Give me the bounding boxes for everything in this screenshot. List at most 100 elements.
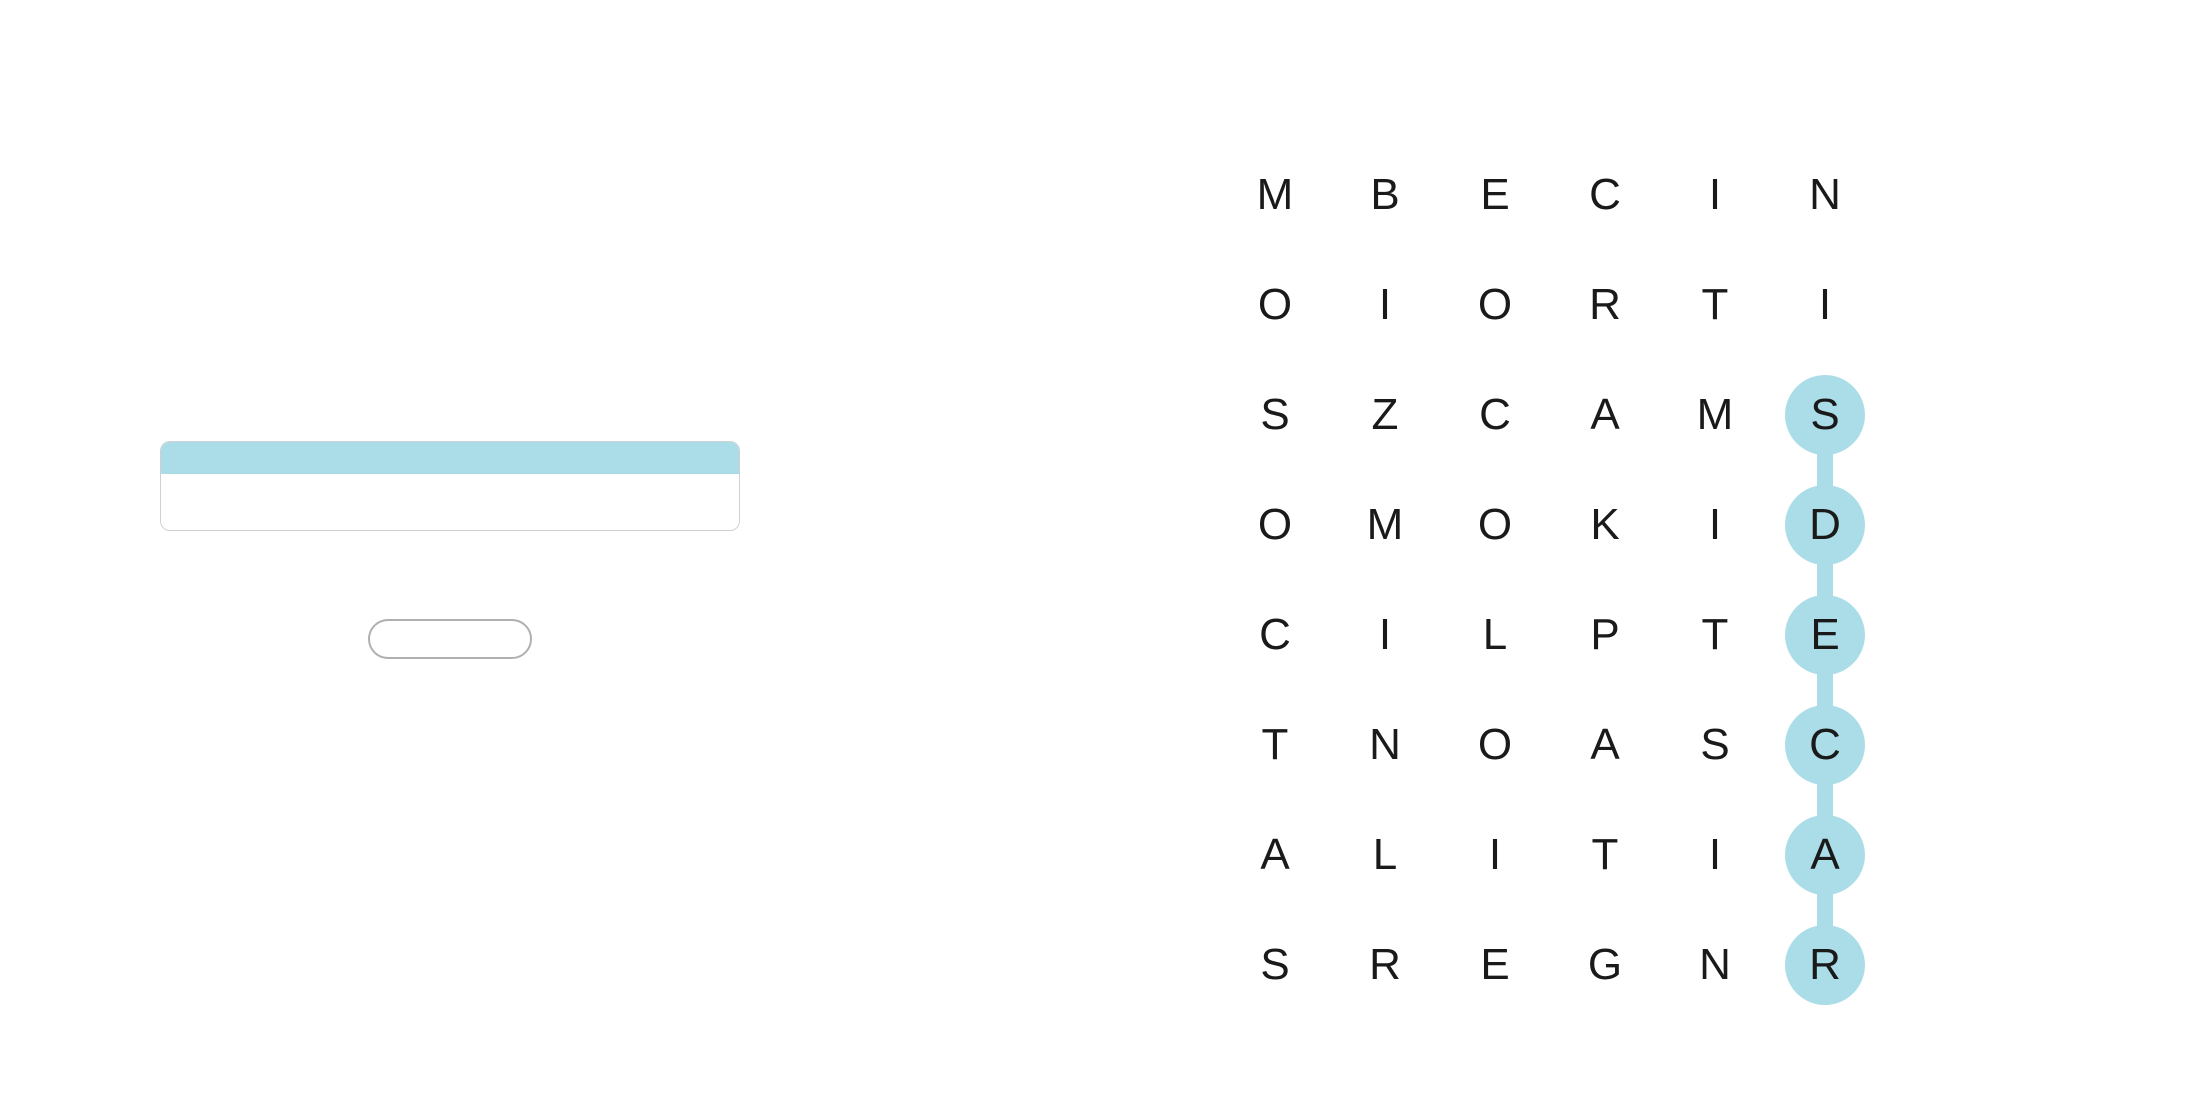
grid-cell[interactable]: M	[1660, 360, 1770, 470]
grid-cell[interactable]: O	[1440, 690, 1550, 800]
main-container: MBECINOIORTISZCAMSOMOKIDCILPTETNOASCALIT…	[0, 0, 2200, 1100]
grid-cell[interactable]: N	[1770, 140, 1880, 250]
grid-cell[interactable]: B	[1330, 140, 1440, 250]
cell-letter: B	[1345, 155, 1425, 235]
grid-cell[interactable]: I	[1770, 250, 1880, 360]
grid-cell[interactable]: I	[1660, 800, 1770, 910]
grid-cell[interactable]: A	[1550, 690, 1660, 800]
cell-letter: T	[1565, 815, 1645, 895]
cell-letter: N	[1345, 705, 1425, 785]
cell-letter: M	[1675, 375, 1755, 455]
grid-cell[interactable]: I	[1330, 250, 1440, 360]
grid-cell[interactable]: E	[1440, 140, 1550, 250]
grid-cell[interactable]: C	[1220, 580, 1330, 690]
cell-letter: S	[1785, 375, 1865, 455]
grid-cell[interactable]: C	[1550, 140, 1660, 250]
letter-grid[interactable]: MBECINOIORTISZCAMSOMOKIDCILPTETNOASCALIT…	[1220, 140, 1880, 1020]
grid-cell[interactable]: G	[1550, 910, 1660, 1020]
left-panel	[0, 381, 900, 719]
theme-header	[161, 442, 739, 474]
grid-cell[interactable]: S	[1770, 360, 1880, 470]
grid-cell[interactable]: S	[1220, 910, 1330, 1020]
grid-cell[interactable]: I	[1660, 140, 1770, 250]
grid-cell[interactable]: E	[1440, 910, 1550, 1020]
cell-letter: C	[1235, 595, 1315, 675]
grid-cell[interactable]: T	[1220, 690, 1330, 800]
grid-cell[interactable]: R	[1770, 910, 1880, 1020]
grid-cell[interactable]: O	[1220, 250, 1330, 360]
cell-letter: C	[1565, 155, 1645, 235]
cell-letter: N	[1675, 925, 1755, 1005]
cell-letter: C	[1785, 705, 1865, 785]
grid-cell[interactable]: T	[1660, 580, 1770, 690]
cell-letter: I	[1345, 265, 1425, 345]
grid-cell[interactable]: O	[1440, 250, 1550, 360]
grid-cell[interactable]: S	[1220, 360, 1330, 470]
grid-cell[interactable]: I	[1660, 470, 1770, 580]
grid-cell[interactable]: E	[1770, 580, 1880, 690]
grid-cell[interactable]: A	[1550, 360, 1660, 470]
cell-letter: A	[1565, 375, 1645, 455]
grid-cell[interactable]: L	[1330, 800, 1440, 910]
grid-cell[interactable]: C	[1770, 690, 1880, 800]
cell-letter: T	[1235, 705, 1315, 785]
cell-letter: C	[1455, 375, 1535, 455]
grid-cell[interactable]: O	[1220, 470, 1330, 580]
cell-letter: T	[1675, 265, 1755, 345]
cell-letter: S	[1235, 925, 1315, 1005]
cell-letter: M	[1235, 155, 1315, 235]
grid-cell[interactable]: K	[1550, 470, 1660, 580]
grid-cell[interactable]: C	[1440, 360, 1550, 470]
cell-letter: S	[1675, 705, 1755, 785]
grid-cell[interactable]: T	[1550, 800, 1660, 910]
cell-letter: L	[1345, 815, 1425, 895]
cell-letter: O	[1455, 485, 1535, 565]
grid-cell[interactable]: P	[1550, 580, 1660, 690]
cell-letter: I	[1785, 265, 1865, 345]
cell-letter: M	[1345, 485, 1425, 565]
grid-cell[interactable]: A	[1220, 800, 1330, 910]
cell-letter: G	[1565, 925, 1645, 1005]
grid-cell[interactable]: M	[1330, 470, 1440, 580]
theme-card	[160, 441, 740, 531]
right-panel: MBECINOIORTISZCAMSOMOKIDCILPTETNOASCALIT…	[900, 40, 2200, 1060]
grid-cell[interactable]: R	[1330, 910, 1440, 1020]
grid-cell[interactable]: M	[1220, 140, 1330, 250]
grid-cell[interactable]: R	[1550, 250, 1660, 360]
cell-letter: P	[1565, 595, 1645, 675]
grid-cell[interactable]: T	[1660, 250, 1770, 360]
hint-button[interactable]	[368, 619, 532, 659]
cell-letter: A	[1785, 815, 1865, 895]
grid-cell[interactable]: I	[1330, 580, 1440, 690]
cell-letter: E	[1455, 925, 1535, 1005]
cell-letter: A	[1235, 815, 1315, 895]
grid-cell[interactable]: N	[1660, 910, 1770, 1020]
grid-cell[interactable]: I	[1440, 800, 1550, 910]
cell-letter: D	[1785, 485, 1865, 565]
cell-letter: T	[1675, 595, 1755, 675]
cell-letter: I	[1455, 815, 1535, 895]
grid-cell[interactable]: N	[1330, 690, 1440, 800]
cell-letter: O	[1235, 265, 1315, 345]
cell-letter: K	[1565, 485, 1645, 565]
cell-letter: Z	[1345, 375, 1425, 455]
grid-cell[interactable]: A	[1770, 800, 1880, 910]
grid-container: MBECINOIORTISZCAMSOMOKIDCILPTETNOASCALIT…	[1220, 140, 1880, 1020]
theme-body	[161, 474, 739, 530]
cell-letter: E	[1785, 595, 1865, 675]
cell-letter: R	[1345, 925, 1425, 1005]
grid-cell[interactable]: D	[1770, 470, 1880, 580]
cell-letter: R	[1785, 925, 1865, 1005]
cell-letter: I	[1675, 815, 1755, 895]
cell-letter: L	[1455, 595, 1535, 675]
grid-cell[interactable]: L	[1440, 580, 1550, 690]
grid-cell[interactable]: S	[1660, 690, 1770, 800]
grid-cell[interactable]: O	[1440, 470, 1550, 580]
grid-cell[interactable]: Z	[1330, 360, 1440, 470]
cell-letter: I	[1675, 485, 1755, 565]
cell-letter: E	[1455, 155, 1535, 235]
cell-letter: S	[1235, 375, 1315, 455]
cell-letter: R	[1565, 265, 1645, 345]
cell-letter: I	[1345, 595, 1425, 675]
cell-letter: A	[1565, 705, 1645, 785]
